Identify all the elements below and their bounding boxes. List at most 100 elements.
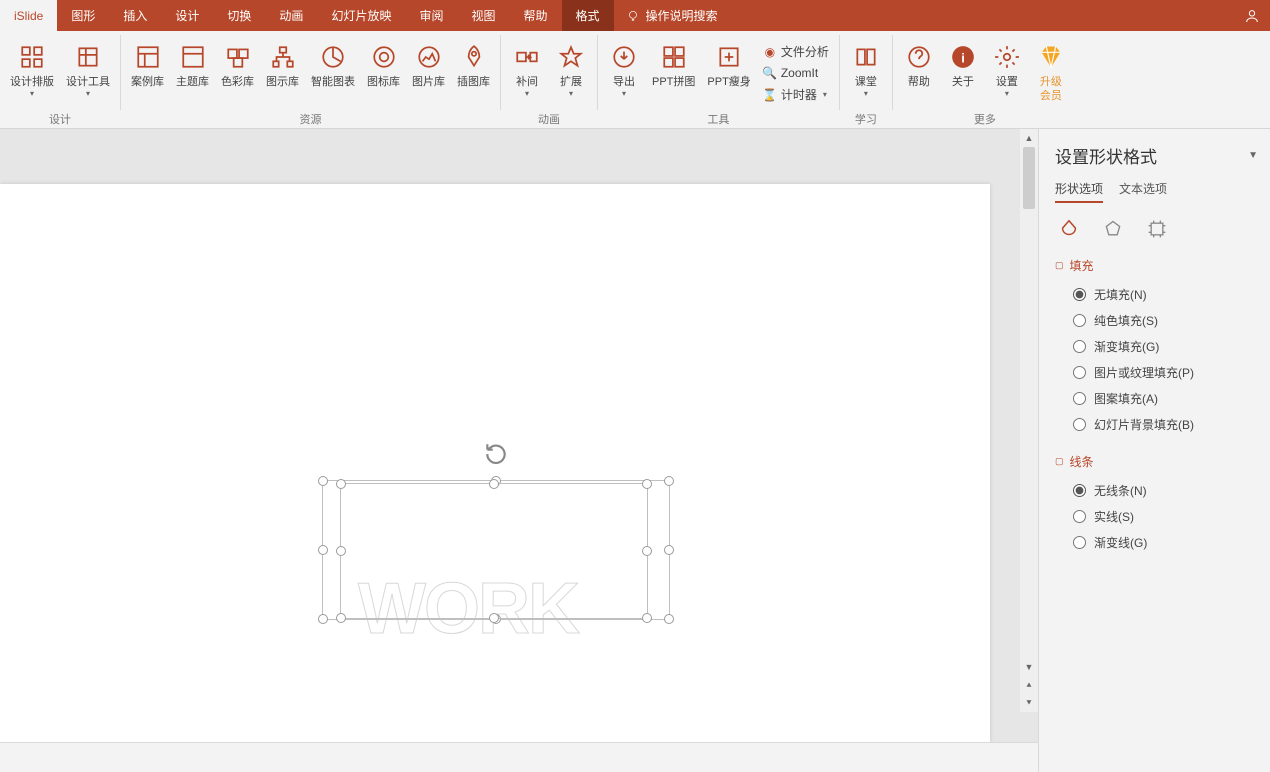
export-icon (608, 41, 640, 73)
resize-handle-nw[interactable] (318, 476, 328, 486)
tell-me-search[interactable]: 操作说明搜索 (614, 0, 730, 31)
btn-classroom[interactable]: 课堂▾ (844, 39, 888, 100)
slide-canvas-area[interactable]: WORK ▲ ▼ ⯅ ⯆ (0, 129, 1038, 742)
radio-pattern-fill[interactable]: 图案填充(A) (1073, 390, 1258, 407)
section-fill: ▢填充 无填充(N) 纯色填充(S) 渐变填充(G) 图片或纹理填充(P) 图案… (1055, 257, 1258, 437)
tab-help[interactable]: 帮助 (509, 0, 561, 31)
group-design: 设计排版▾ 设计工具▾ 设计 (0, 31, 120, 128)
btn-case-lib[interactable]: 案例库 (125, 39, 170, 91)
resize-handle-s[interactable] (489, 613, 499, 623)
group-label: 工具 (602, 110, 835, 128)
resize-handle-n[interactable] (489, 479, 499, 489)
collage-icon (658, 41, 690, 73)
btn-help[interactable]: 帮助 (897, 39, 941, 91)
radio-gradient-fill[interactable]: 渐变填充(G) (1073, 338, 1258, 355)
radio-solid-line[interactable]: 实线(S) (1073, 508, 1258, 525)
resize-handle-sw[interactable] (318, 614, 328, 624)
btn-icon-lib[interactable]: 图标库 (361, 39, 406, 91)
resize-handle-ne[interactable] (664, 476, 674, 486)
menu-tabs: iSlide 图形 插入 设计 切换 动画 幻灯片放映 审阅 视图 帮助 格式 … (0, 0, 1270, 31)
resize-handle-e[interactable] (664, 545, 674, 555)
btn-upgrade[interactable]: 升级 会员 (1029, 39, 1073, 105)
icontab-fill-line[interactable] (1057, 217, 1081, 241)
group-label: 资源 (125, 110, 496, 128)
resize-handle-se[interactable] (642, 613, 652, 623)
btn-extend[interactable]: 扩展▾ (549, 39, 593, 100)
tab-review[interactable]: 审阅 (405, 0, 457, 31)
grid-icon (16, 41, 48, 73)
tab-slideshow[interactable]: 幻灯片放映 (317, 0, 405, 31)
target-icon (368, 41, 400, 73)
btn-tween[interactable]: 补间▾ (505, 39, 549, 100)
radio-no-fill[interactable]: 无填充(N) (1073, 286, 1258, 303)
radio-slidebg-fill[interactable]: 幻灯片背景填充(B) (1073, 416, 1258, 433)
tab-islide[interactable]: iSlide (0, 0, 57, 31)
selection-box-inner[interactable] (340, 483, 648, 619)
btn-design-tools[interactable]: 设计工具▾ (60, 39, 116, 100)
btn-about[interactable]: i关于 (941, 39, 985, 91)
prev-slide-button[interactable]: ⯅ (1020, 676, 1038, 694)
icontab-size[interactable] (1145, 217, 1169, 241)
btn-timer[interactable]: ⌛计时器▾ (757, 84, 835, 105)
resize-handle-w[interactable] (336, 546, 346, 556)
scroll-up-button[interactable]: ▲ (1020, 129, 1038, 147)
btn-ppt-collage[interactable]: PPT拼图 (646, 39, 701, 91)
gear-icon (991, 41, 1023, 73)
radio-picture-fill[interactable]: 图片或纹理填充(P) (1073, 364, 1258, 381)
radio-solid-fill[interactable]: 纯色填充(S) (1073, 312, 1258, 329)
scroll-thumb[interactable] (1023, 147, 1035, 209)
palette-icon (222, 41, 254, 73)
resize-handle-nw[interactable] (336, 479, 346, 489)
zoom-icon: 🔍 (763, 66, 777, 80)
tab-shape[interactable]: 图形 (57, 0, 109, 31)
tools-icon (72, 41, 104, 73)
btn-theme-lib[interactable]: 主题库 (170, 39, 215, 91)
search-label: 操作说明搜索 (646, 7, 718, 24)
subtab-text-options[interactable]: 文本选项 (1119, 180, 1167, 203)
subtab-shape-options[interactable]: 形状选项 (1055, 180, 1103, 203)
resize-handle-w[interactable] (318, 545, 328, 555)
pane-subtabs: 形状选项 文本选项 (1055, 180, 1258, 203)
radio-no-line[interactable]: 无线条(N) (1073, 482, 1258, 499)
section-header-fill[interactable]: ▢填充 (1055, 257, 1258, 274)
resize-handle-e[interactable] (642, 546, 652, 556)
landscape-icon (413, 41, 445, 73)
btn-ppt-slim[interactable]: PPT瘦身 (701, 39, 756, 91)
radio-gradient-line[interactable]: 渐变线(G) (1073, 534, 1258, 551)
tab-insert[interactable]: 插入 (109, 0, 161, 31)
section-header-line[interactable]: ▢线条 (1055, 453, 1258, 470)
btn-design-layout[interactable]: 设计排版▾ (4, 39, 60, 100)
pane-icon-tabs (1055, 217, 1258, 241)
tab-format[interactable]: 格式 (562, 0, 614, 31)
btn-settings[interactable]: 设置▾ (985, 39, 1029, 100)
resize-handle-se[interactable] (664, 614, 674, 624)
tab-animation[interactable]: 动画 (265, 0, 317, 31)
btn-image-lib[interactable]: 图片库 (406, 39, 451, 91)
btn-file-analysis[interactable]: ◉文件分析 (757, 41, 835, 62)
btn-smart-chart[interactable]: 智能图表 (305, 39, 361, 91)
scroll-track[interactable] (1020, 147, 1038, 658)
btn-zoomit[interactable]: 🔍ZoomIt (757, 64, 835, 82)
btn-export[interactable]: 导出▾ (602, 39, 646, 100)
tab-design[interactable]: 设计 (161, 0, 213, 31)
tab-transition[interactable]: 切换 (213, 0, 265, 31)
info-icon: i (947, 41, 979, 73)
theme-icon (177, 41, 209, 73)
help-icon (903, 41, 935, 73)
account-button[interactable] (1234, 0, 1270, 31)
btn-diagram-lib[interactable]: 图示库 (260, 39, 305, 91)
scroll-down-button[interactable]: ▼ (1020, 658, 1038, 676)
tab-view[interactable]: 视图 (457, 0, 509, 31)
btn-color-lib[interactable]: 色彩库 (215, 39, 260, 91)
icontab-effects[interactable] (1101, 217, 1125, 241)
resize-handle-ne[interactable] (642, 479, 652, 489)
ribbon: 设计排版▾ 设计工具▾ 设计 案例库 主题库 色彩库 图示库 智能图表 图标库 … (0, 31, 1270, 129)
rotation-handle[interactable] (483, 441, 509, 470)
next-slide-button[interactable]: ⯆ (1020, 694, 1038, 712)
hierarchy-icon (267, 41, 299, 73)
pane-menu-button[interactable]: ▼ (1248, 150, 1258, 161)
resize-handle-sw[interactable] (336, 613, 346, 623)
vertical-scrollbar[interactable]: ▲ ▼ ⯅ ⯆ (1020, 129, 1038, 712)
btn-vector-lib[interactable]: 插图库 (451, 39, 496, 91)
collapse-icon: ▢ (1055, 260, 1064, 271)
